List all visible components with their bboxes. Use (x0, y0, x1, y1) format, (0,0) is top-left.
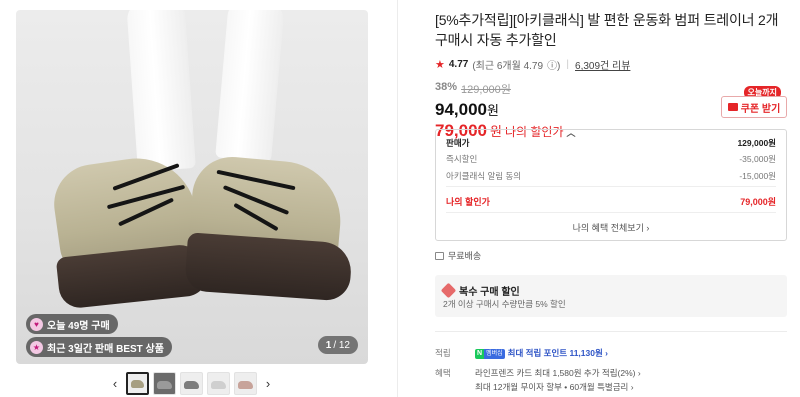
breakdown-value: -15,000원 (739, 171, 776, 181)
points-link[interactable]: 최대 적립 포인트 11,130원 › (508, 348, 608, 358)
price-breakdown: 판매가 129,000원 즉시할인 -35,000원 아키클래식 알림 동의 -… (435, 129, 787, 241)
product-main-image[interactable]: ♥ 오늘 49명 구매 ★ 최근 3일간 판매 BEST 상품 1 / 12 (16, 10, 368, 364)
star-icon: ★ (435, 59, 445, 71)
trophy-icon: ★ (30, 340, 43, 354)
card-key: 혜택 (435, 368, 451, 378)
npay-m: 멤버십 (484, 348, 505, 359)
discount-row: 38% 129,000원 (435, 81, 787, 97)
thumbnail-4[interactable] (207, 372, 230, 395)
coupon-download-button[interactable]: 쿠폰 받기 (721, 96, 787, 118)
breakdown-row: 판매가 129,000원 (446, 137, 776, 149)
points-value-wrap: N 멤버십 최대 적립 포인트 11,130원 › (475, 347, 608, 359)
npay-n: N (475, 348, 485, 359)
breakdown-row: 아키클래식 알림 동의 -15,000원 (446, 170, 776, 182)
best-seller-text: 최근 3일간 판매 BEST 상품 (47, 343, 164, 355)
shoe-photo (16, 10, 368, 364)
breakdown-value: -35,000원 (739, 154, 776, 164)
thumb-next-arrow[interactable]: › (261, 374, 275, 394)
original-price: 129,000원 (461, 84, 511, 96)
breakdown-row: 즉시할인 -35,000원 (446, 153, 776, 165)
thumbnail-5[interactable] (234, 372, 257, 395)
info-icon[interactable]: ⓘ) (547, 57, 560, 72)
thumbnail-3[interactable] (180, 372, 203, 395)
section-divider (435, 331, 787, 332)
product-info: [5%추가적립][아키클래식] 발 편한 운동화 범퍼 트레이너 2개 구매시 … (435, 10, 787, 141)
breakdown-label: 즉시할인 (446, 154, 478, 164)
best-seller-badge: ★ 최근 3일간 판매 BEST 상품 (26, 337, 172, 357)
pager-total: / 12 (333, 339, 350, 351)
thumb-prev-arrow[interactable]: ‹ (108, 374, 122, 394)
card-line-2[interactable]: 최대 12개월 무이자 할부 • 60개월 특별금리 › (475, 381, 634, 393)
product-title: [5%추가적립][아키클래식] 발 편한 운동화 범퍼 트레이너 2개 구매시 … (435, 12, 779, 48)
breakdown-label: 판매가 (446, 138, 470, 148)
view-all-benefits-link[interactable]: 나의 혜택 전체보기 › (436, 221, 786, 234)
reviews-link[interactable]: 6,309건 리뷰 (575, 57, 630, 72)
card-line-1[interactable]: 라인프렌즈 카드 최대 1,580원 추가 적립(2%) › (475, 367, 641, 379)
ticket-icon (727, 103, 738, 111)
coupon-label: 쿠폰 받기 (740, 103, 781, 115)
discount-rate: 38% (435, 81, 458, 93)
today-buyers-badge: ♥ 오늘 49명 구매 (26, 314, 118, 334)
breakdown-divider (446, 212, 776, 213)
multi-buy-title-row: 복수 구매 할인 (440, 282, 520, 299)
thumbnail-2[interactable] (153, 372, 176, 395)
multi-buy-discount: 복수 구매 할인 2개 이상 구매시 수량만큼 5% 할인 (435, 275, 787, 317)
multi-buy-desc: 2개 이상 구매시 수량만큼 5% 할인 (443, 299, 566, 309)
sale-price-unit: 원 (487, 103, 499, 118)
rating-detail: (최근 6개월 4.79 (472, 61, 544, 72)
breakdown-my-value: 79,000원 (740, 197, 776, 207)
shipping-text: 무료배송 (448, 251, 482, 261)
points-key: 적립 (435, 348, 451, 358)
shipping-info: 무료배송 (435, 249, 481, 262)
thumbnail-1[interactable] (126, 372, 149, 395)
heart-icon: ♥ (30, 317, 43, 331)
tag-icon (440, 282, 457, 299)
thumbnail-strip: ‹ › (108, 372, 275, 395)
column-divider (397, 0, 398, 397)
breakdown-my-label: 나의 할인가 (446, 197, 490, 207)
rating-row: ★ 4.77 (최근 6개월 4.79 ⓘ) | 6,309건 리뷰 (435, 57, 787, 72)
rating-separator: | (566, 59, 570, 70)
multi-buy-title: 복수 구매 할인 (459, 287, 520, 298)
breakdown-label: 아키클래식 알림 동의 (446, 171, 522, 181)
sale-price-value: 94,000 (435, 100, 487, 119)
breakdown-divider (446, 186, 776, 187)
today-buyers-text: 오늘 49명 구매 (47, 320, 110, 332)
breakdown-my-price-row: 나의 할인가 79,000원 (446, 195, 776, 208)
truck-icon (435, 251, 444, 260)
rating-score: 4.77 (448, 59, 469, 70)
image-pager: 1 / 12 (317, 336, 358, 354)
breakdown-value: 129,000원 (737, 138, 776, 148)
npay-membership-icon: N 멤버십 (475, 348, 505, 359)
pager-current: 1 (325, 339, 332, 351)
